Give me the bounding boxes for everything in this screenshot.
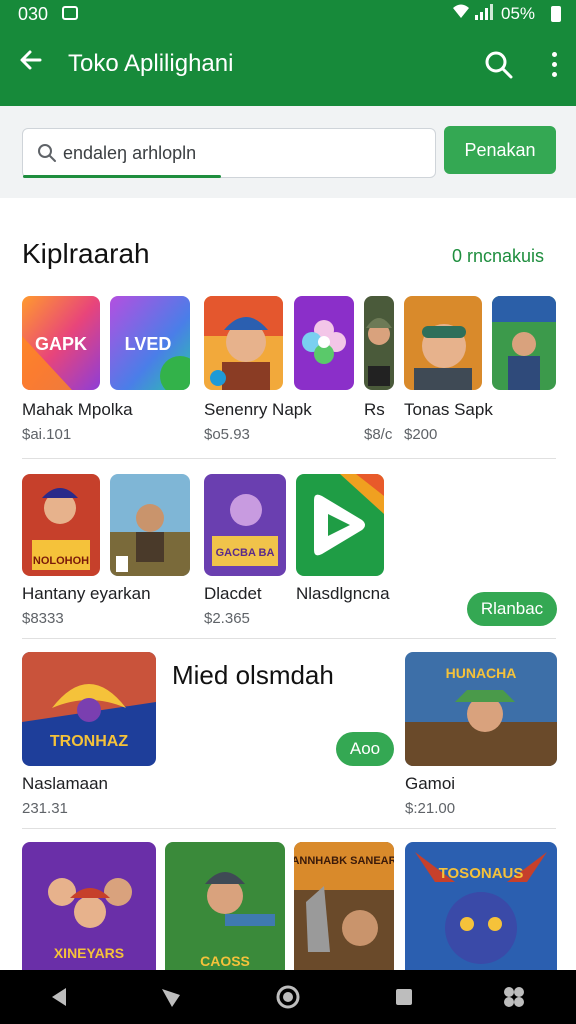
app-price: $200: [404, 426, 438, 443]
svg-text:TOSONAUS: TOSONAUS: [439, 865, 524, 882]
search-bar-area: endaleŋ arhlopln Penakan: [0, 106, 576, 198]
svg-text:GAPK: GAPK: [35, 334, 87, 354]
svg-text:ANNHABK SANEAR: ANNHABK SANEAR: [294, 855, 394, 867]
battery-icon: [551, 6, 561, 22]
svg-text:TRONHAZ: TRONHAZ: [50, 733, 128, 750]
svg-text:GACBA BA: GACBA BA: [216, 547, 275, 559]
svg-text:XINEYARS: XINEYARS: [54, 945, 124, 961]
section-title: Kiplraarah: [22, 238, 150, 269]
app-name: Rs: [364, 400, 385, 419]
svg-text:CAOSS: CAOSS: [200, 953, 250, 969]
app-name: Nlasdlgncna: [296, 584, 390, 603]
app-banner-creature[interactable]: TOSONAUS: [405, 842, 557, 970]
app-name: Tonas Sapk: [404, 400, 493, 419]
featured-app-banner[interactable]: TRONHAZ: [22, 652, 156, 766]
app-price: $8/c: [364, 426, 393, 443]
featured-section-title: Mied olsmdah: [172, 660, 334, 690]
svg-text:LVED: LVED: [125, 334, 172, 354]
app-price: 231.31: [22, 800, 68, 817]
app-icon-lved[interactable]: LVED: [110, 296, 190, 390]
nav-gesture-icon[interactable]: [158, 983, 186, 1011]
row-divider: [22, 458, 556, 459]
nav-recents-icon[interactable]: [390, 983, 418, 1011]
app-name: Hantany eyarkan: [22, 584, 151, 603]
more-menu-icon[interactable]: [546, 50, 562, 80]
nav-back-icon[interactable]: [46, 983, 74, 1011]
nav-extra-icon[interactable]: [500, 983, 528, 1011]
add-button[interactable]: Aoo: [336, 732, 394, 766]
signal-icon: [474, 4, 494, 24]
app-price: $:21.00: [405, 800, 456, 817]
app-icon-warrior[interactable]: [110, 474, 190, 576]
system-nav-bar: [0, 970, 576, 1024]
row-divider: [22, 638, 556, 639]
search-icon: [37, 143, 57, 163]
app-banner-jungle[interactable]: CAOSS: [165, 842, 285, 970]
app-header: 030 05% Toko Aplilighani: [0, 0, 576, 106]
featured-app-right[interactable]: HUNACHA: [405, 652, 557, 766]
search-input[interactable]: endaleŋ arhlopln: [22, 128, 436, 178]
app-name: Dlacdet: [204, 584, 262, 603]
app-price: $2.365: [204, 610, 250, 627]
search-focus-indicator: [23, 175, 221, 178]
app-banner-ammbark[interactable]: ANNHABK SANEAR: [294, 842, 394, 970]
row-divider: [22, 828, 556, 829]
app-icon-flower[interactable]: [294, 296, 354, 390]
search-button[interactable]: Penakan: [444, 126, 556, 174]
app-icon-gapk[interactable]: GAPK: [22, 296, 100, 390]
svg-text:HUNACHA: HUNACHA: [446, 665, 517, 681]
app-name: Senenry Napk: [204, 400, 312, 419]
page-title: Toko Aplilighani: [68, 50, 234, 77]
app-price: $ai.101: [22, 426, 72, 443]
app-icon-purple-game[interactable]: GACBA BA: [204, 474, 286, 576]
battery-percent: 05%: [501, 4, 536, 23]
app-banner-crew[interactable]: XINEYARS: [22, 842, 156, 970]
svg-text:NOLOHOH: NOLOHOH: [33, 555, 89, 567]
section-more-link[interactable]: 0 rncnakuis: [452, 246, 544, 267]
nav-home-icon[interactable]: [274, 983, 302, 1011]
back-arrow-icon[interactable]: [18, 46, 44, 82]
search-icon[interactable]: [484, 50, 514, 80]
app-icon-goggles[interactable]: [404, 296, 482, 390]
notification-icon: [62, 6, 78, 20]
app-icon-hero[interactable]: [204, 296, 283, 390]
app-price: $8333: [22, 610, 64, 627]
status-bar: 030 05%: [0, 0, 576, 28]
app-icon-play[interactable]: [296, 474, 384, 576]
app-icon-soldier[interactable]: [364, 296, 394, 390]
app-icon-soldier-green[interactable]: [492, 296, 556, 390]
install-button[interactable]: Rlanbac: [467, 592, 557, 626]
app-name: Naslamaan: [22, 774, 108, 793]
app-icon-fighter[interactable]: NOLOHOH: [22, 474, 100, 576]
search-query: endaleŋ arhlopln: [63, 143, 197, 163]
app-name: Mahak Mpolka: [22, 400, 133, 419]
app-name: Gamoi: [405, 774, 456, 793]
wifi-icon: [452, 3, 470, 24]
status-time: 030: [18, 4, 49, 24]
app-price: $o5.93: [204, 426, 250, 443]
